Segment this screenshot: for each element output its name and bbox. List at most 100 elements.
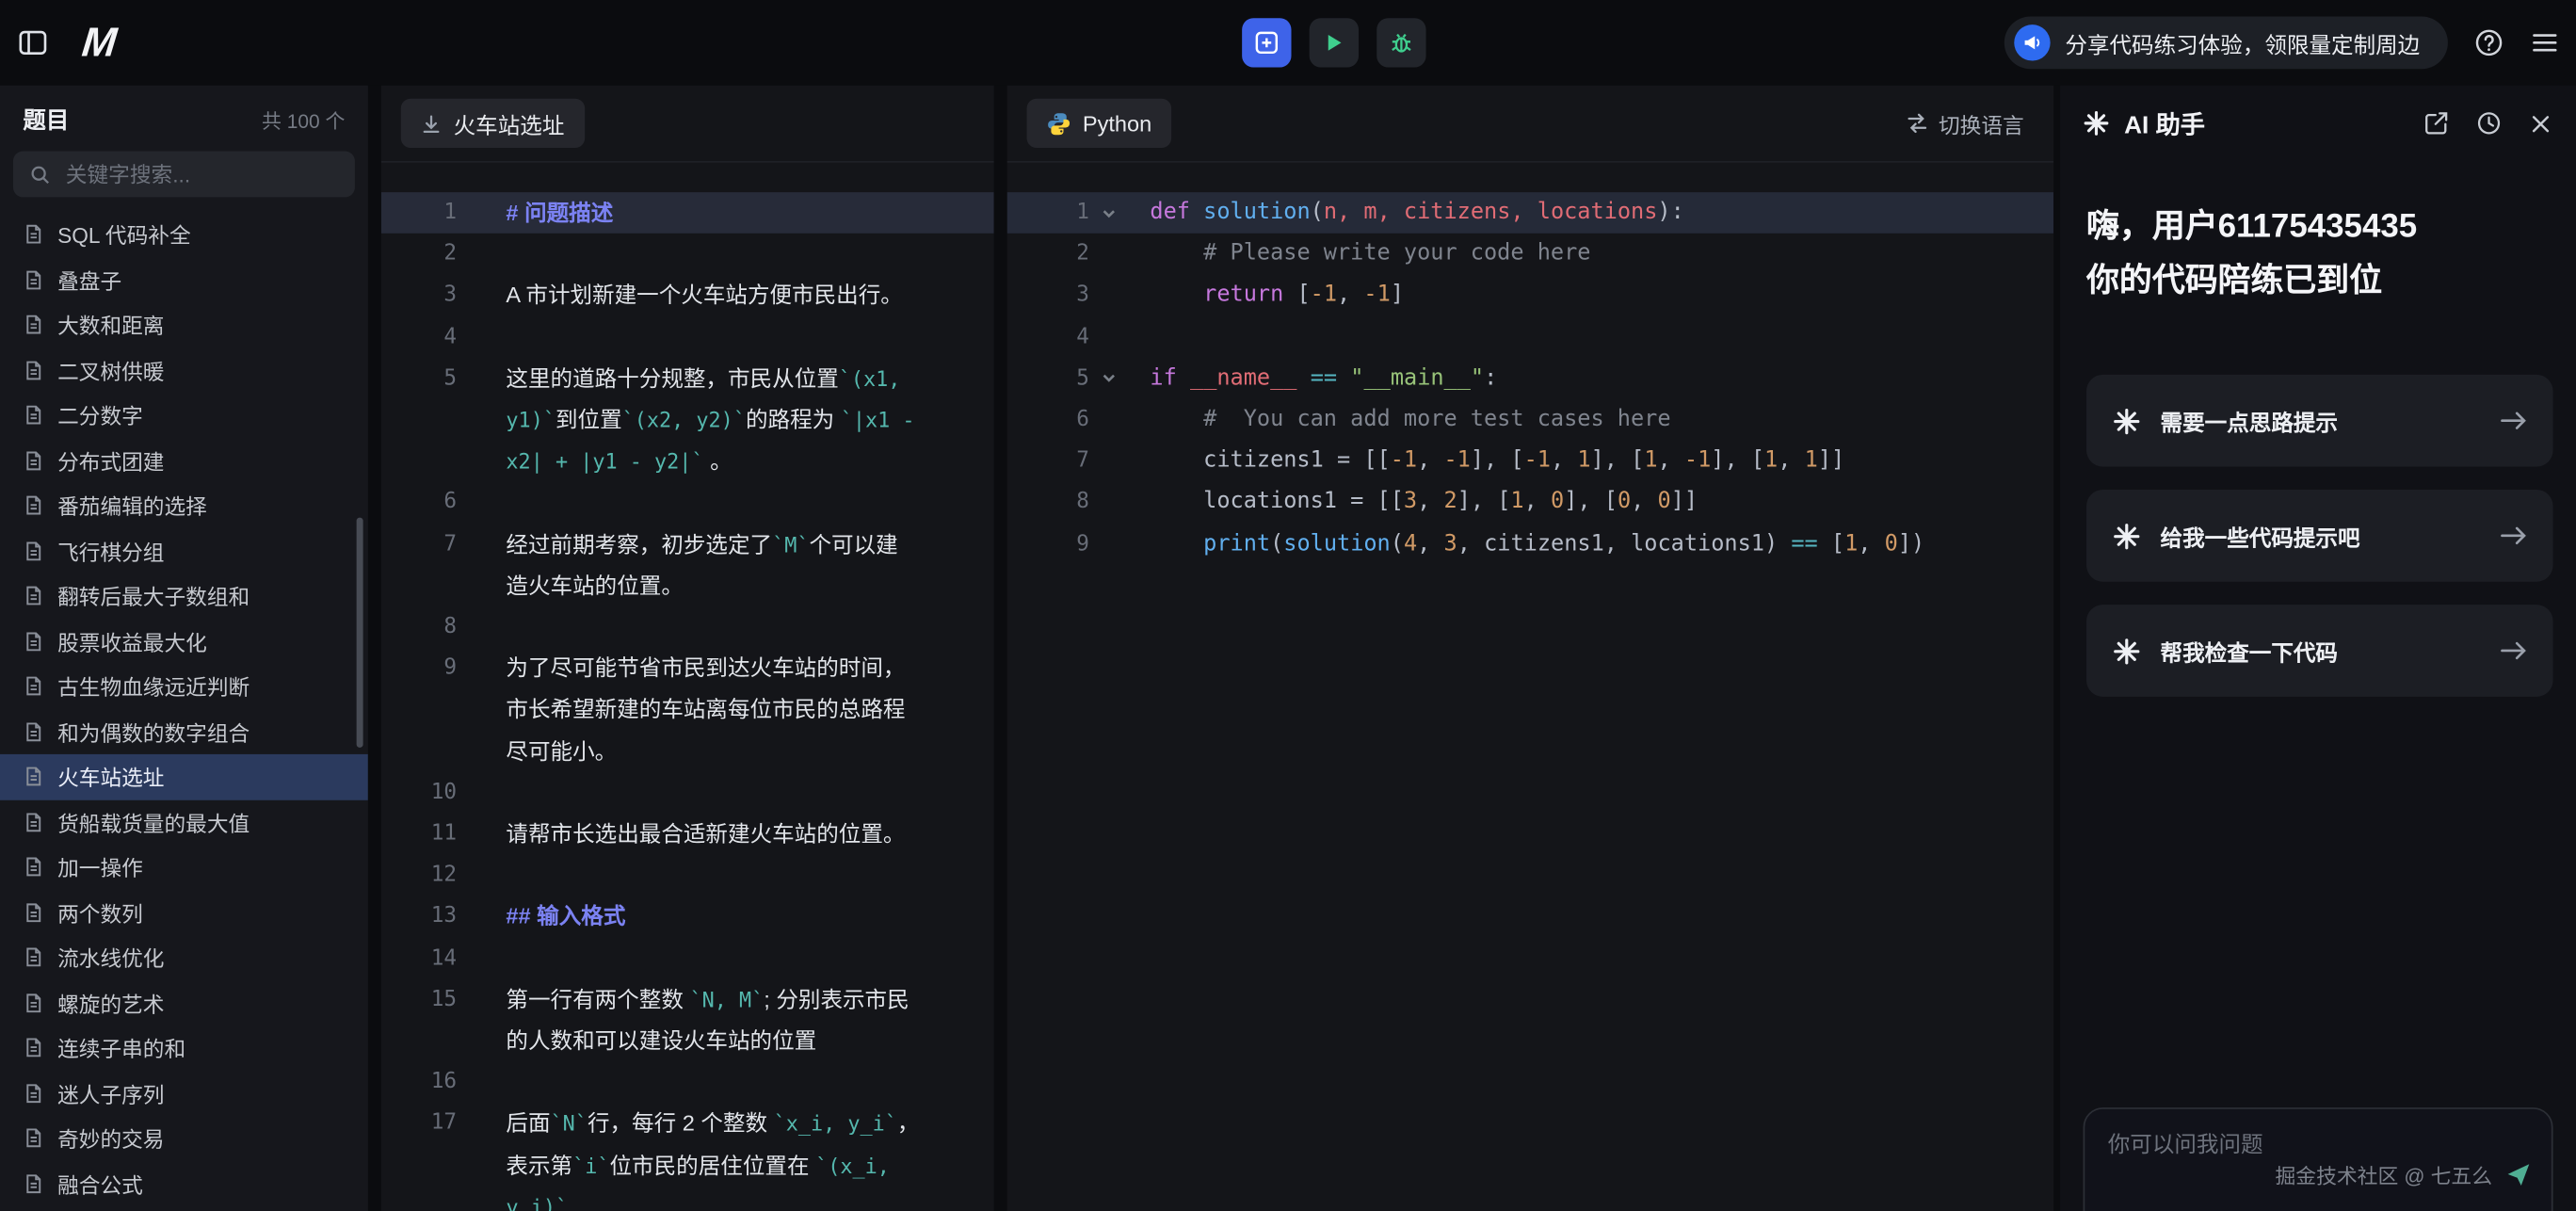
problem-tab[interactable]: 火车站选址 <box>401 99 585 148</box>
line-number: 2 <box>381 234 457 275</box>
problem-line-content <box>506 234 920 275</box>
run-button[interactable] <box>1310 18 1359 67</box>
problem-list-item-label: 和为偶数的数字组合 <box>57 716 250 747</box>
document-icon <box>23 992 44 1013</box>
problem-list-item[interactable]: 二叉树供暖 <box>0 347 368 393</box>
problem-list-item[interactable]: SQL 代码补全 <box>0 212 368 257</box>
app-logo[interactable]: M <box>80 19 118 67</box>
switch-language-label: 切换语言 <box>1939 107 2024 138</box>
arrow-right-icon <box>2501 641 2527 661</box>
problem-list-item[interactable]: 股票收益最大化 <box>0 619 368 664</box>
problem-list-item[interactable]: 古生物血缘远近判断 <box>0 664 368 709</box>
problem-list-item[interactable]: 货船载货量的最大值 <box>0 799 368 845</box>
document-icon <box>23 902 44 924</box>
problem-list-item-label: 加一操作 <box>57 851 143 882</box>
problem-list-item[interactable]: 流水线优化 <box>0 935 368 980</box>
problem-list-item[interactable]: 两个数列 <box>0 890 368 935</box>
problem-line-content: 为了尽可能节省市民到达火车站的时间，市长希望新建的车站离每位市民的总路程尽可能小… <box>506 648 920 772</box>
sidebar-toggle-button[interactable] <box>16 26 49 59</box>
sidebar-scrollbar[interactable] <box>357 518 363 748</box>
problem-line-content <box>506 855 920 896</box>
new-chat-button[interactable] <box>2423 110 2450 137</box>
problem-list-item[interactable]: 二分数字 <box>0 393 368 438</box>
ai-suggestion-card[interactable]: 帮我检查一下代码 <box>2086 605 2553 697</box>
topbar: M 分享代码练习体验，领限量定制周边 <box>0 0 2576 86</box>
close-button[interactable] <box>2528 111 2552 136</box>
problem-list-item[interactable]: 番茄编辑的选择 <box>0 483 368 528</box>
switch-language-button[interactable]: 切换语言 <box>1896 106 2035 141</box>
fold-chevron-icon[interactable] <box>1089 234 1129 275</box>
problem-list-item[interactable]: 加一操作 <box>0 845 368 890</box>
problem-sidebar: 题目 共 100 个 SQL 代码补全 叠盘子 大数和距离 二叉树供暖 <box>0 86 368 1211</box>
problem-line: 5 这里的道路十分规整，市民从位置`(x1, y1)`到位置`(x2, y2)`… <box>381 358 994 482</box>
problem-list-item[interactable]: 迷人子序列 <box>0 1071 368 1116</box>
fold-chevron-icon[interactable] <box>1089 275 1129 316</box>
ai-panel-title: AI 助手 <box>2124 106 2205 141</box>
code-editor[interactable]: 1 def solution(n, m, citizens, locations… <box>1007 163 2054 1211</box>
document-icon <box>23 946 44 968</box>
debug-button[interactable] <box>1377 18 1425 67</box>
fold-chevron-icon[interactable] <box>1089 441 1129 482</box>
problem-line-content <box>506 316 920 358</box>
search-icon <box>29 164 51 186</box>
problem-line: 4 <box>381 316 994 358</box>
new-snippet-button[interactable] <box>1242 18 1291 67</box>
sparkle-icon <box>2113 637 2141 665</box>
problem-list-item-label: 火车站选址 <box>57 761 164 792</box>
play-icon <box>1323 31 1345 54</box>
problem-line: 7 经过前期考察，初步选定了`M`个可以建造火车站的位置。 <box>381 524 994 606</box>
promo-banner-text: 分享代码练习体验，领限量定制周边 <box>2065 26 2420 59</box>
problem-list-item[interactable]: 和为偶数的数字组合 <box>0 709 368 754</box>
line-number: 7 <box>1007 441 1089 482</box>
document-icon <box>23 857 44 879</box>
ai-suggestion-card[interactable]: 需要一点思路提示 <box>2086 375 2553 467</box>
code-line-content: locations1 = [[3, 2], [1, 0], [0, 0]] <box>1150 482 1698 524</box>
problem-line: 1 # 问题描述 <box>381 192 994 234</box>
problem-list-item-label: 古生物血缘远近判断 <box>57 670 250 702</box>
problem-line-content: 后面`N`行，每行 2 个整数 `x_i, y_i`，表示第`i`位市民的居住位… <box>506 1104 920 1211</box>
app-root: M 分享代码练习体验，领限量定制周边 <box>0 0 2576 1211</box>
fold-chevron-icon[interactable] <box>1089 316 1129 358</box>
search-input[interactable] <box>62 160 338 188</box>
problem-list-item[interactable]: 大数和距离 <box>0 302 368 347</box>
promo-banner[interactable]: 分享代码练习体验，领限量定制周边 <box>2004 16 2448 69</box>
problem-list-item-label: SQL 代码补全 <box>57 219 191 250</box>
fold-chevron-icon[interactable] <box>1089 192 1129 234</box>
fold-chevron-icon[interactable] <box>1089 482 1129 524</box>
problem-list-item[interactable]: 连续子串的和 <box>0 1025 368 1071</box>
problem-line: 6 <box>381 482 994 524</box>
problem-list-item[interactable]: 分布式团建 <box>0 438 368 483</box>
document-icon <box>23 1037 44 1058</box>
ai-suggestion-card[interactable]: 给我一些代码提示吧 <box>2086 490 2553 582</box>
problem-list-item[interactable]: 翻转后最大子数组和 <box>0 573 368 619</box>
ai-suggestion-label: 需要一点思路提示 <box>2161 404 2338 437</box>
problem-list-item-label: 翻转后最大子数组和 <box>57 580 250 611</box>
problem-list-item-label: 二叉树供暖 <box>57 354 164 385</box>
problem-list-item-label: 流水线优化 <box>57 942 164 973</box>
problem-list-item[interactable]: 螺旋的艺术 <box>0 980 368 1025</box>
code-line: 8 locations1 = [[3, 2], [1, 0], [0, 0]] <box>1007 482 2054 524</box>
problem-list-item-label: 大数和距离 <box>57 309 164 340</box>
ai-footer-text: 掘金技术社区 @ 七五么 <box>2275 1158 2492 1189</box>
ai-input-box[interactable]: 你可以问我问题 掘金技术社区 @ 七五么 <box>2084 1107 2553 1211</box>
problem-list-item[interactable]: 飞行棋分组 <box>0 528 368 573</box>
logo-glyph: M <box>80 19 118 65</box>
problem-editor[interactable]: 1 # 问题描述 2 3 A 市计划新建一个火车站方便市民出行。 4 5 这里的… <box>381 163 994 1211</box>
problem-tab-label: 火车站选址 <box>454 106 565 139</box>
problem-list-item[interactable]: 融合公式 <box>0 1161 368 1206</box>
fold-chevron-icon[interactable] <box>1089 358 1129 399</box>
language-tab[interactable]: Python <box>1027 99 1172 148</box>
menu-button[interactable] <box>2530 28 2559 57</box>
history-button[interactable] <box>2476 110 2503 137</box>
send-icon[interactable] <box>2505 1161 2532 1187</box>
document-icon <box>23 450 44 472</box>
problem-line-content: A 市计划新建一个火车站方便市民出行。 <box>506 275 920 316</box>
problem-line: 11 请帮市长选出最合适新建火车站的位置。 <box>381 814 994 855</box>
problem-list-item[interactable]: 火车站选址 <box>0 754 368 799</box>
fold-chevron-icon[interactable] <box>1089 524 1129 565</box>
problem-list-item[interactable]: 奇妙的交易 <box>0 1116 368 1161</box>
fold-chevron-icon[interactable] <box>1089 399 1129 441</box>
problem-list-item[interactable]: 叠盘子 <box>0 257 368 302</box>
document-icon <box>23 1082 44 1104</box>
help-button[interactable] <box>2474 28 2504 57</box>
